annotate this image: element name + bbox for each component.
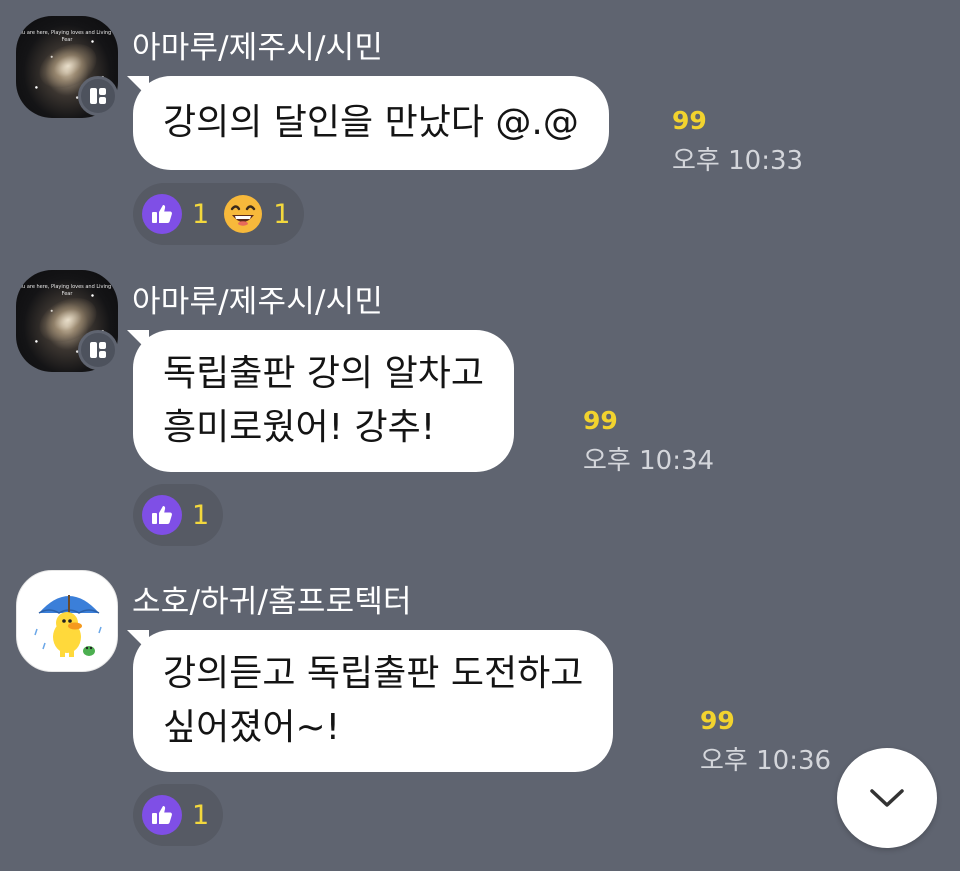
message-time: 오후 10:33 xyxy=(672,146,804,176)
sender-name[interactable]: 소호/하귀/홈프로텍터 xyxy=(132,576,412,621)
sender-name[interactable]: 아마루/제주시/시민 xyxy=(132,22,383,67)
reaction-count: 1 xyxy=(273,198,291,230)
reaction-bar[interactable]: 1 xyxy=(133,484,224,546)
profile-avatar[interactable] xyxy=(16,570,118,672)
message-text-line: 싶어졌어~! xyxy=(163,707,341,748)
duck-umbrella-icon xyxy=(34,595,102,657)
message-bubble[interactable]: 강의듣고 독립출판 도전하고 싶어졌어~! xyxy=(133,630,614,772)
reaction-laugh[interactable]: 1 xyxy=(223,194,290,234)
unread-count: 99 xyxy=(672,106,707,135)
message-time: 오후 10:34 xyxy=(583,446,715,476)
reaction-like[interactable]: 1 xyxy=(142,795,209,835)
avatar-caption: You are here, Playing loves and Living i… xyxy=(16,30,118,43)
reaction-like[interactable]: 1 xyxy=(142,194,209,234)
unread-count: 99 xyxy=(583,406,618,435)
message-text-line: 독립출판 강의 알차고 xyxy=(163,353,484,394)
reaction-count: 1 xyxy=(192,499,210,531)
message-text-line: 강의듣고 독립출판 도전하고 xyxy=(163,653,584,694)
reaction-bar[interactable]: 1 xyxy=(133,784,224,846)
multi-profile-badge-icon xyxy=(78,330,118,370)
message-text-line: 흥미로웠어! 강추! xyxy=(163,407,436,448)
message-bubble[interactable]: 독립출판 강의 알차고 흥미로웠어! 강추! xyxy=(133,330,514,472)
message-time: 오후 10:36 xyxy=(700,746,832,776)
thumbs-up-icon xyxy=(142,795,182,835)
chat-room: You are here, Playing loves and Living i… xyxy=(0,0,960,871)
scroll-to-bottom-button[interactable] xyxy=(837,748,937,848)
reaction-like[interactable]: 1 xyxy=(142,495,209,535)
chevron-down-icon xyxy=(870,789,904,807)
message-text: 강의의 달인을 만났다 @.@ xyxy=(163,102,579,143)
message-bubble[interactable]: 강의의 달인을 만났다 @.@ xyxy=(133,76,609,170)
unread-count: 99 xyxy=(700,706,735,735)
thumbs-up-icon xyxy=(142,495,182,535)
avatar-caption: You are here, Playing loves and Living i… xyxy=(16,284,118,297)
reaction-count: 1 xyxy=(192,198,210,230)
reaction-bar[interactable]: 1 1 xyxy=(133,183,305,245)
reaction-count: 1 xyxy=(192,799,210,831)
sender-name[interactable]: 아마루/제주시/시민 xyxy=(132,276,383,321)
multi-profile-badge-icon xyxy=(78,76,118,116)
laughing-face-icon xyxy=(224,195,263,233)
thumbs-up-icon xyxy=(142,194,182,234)
